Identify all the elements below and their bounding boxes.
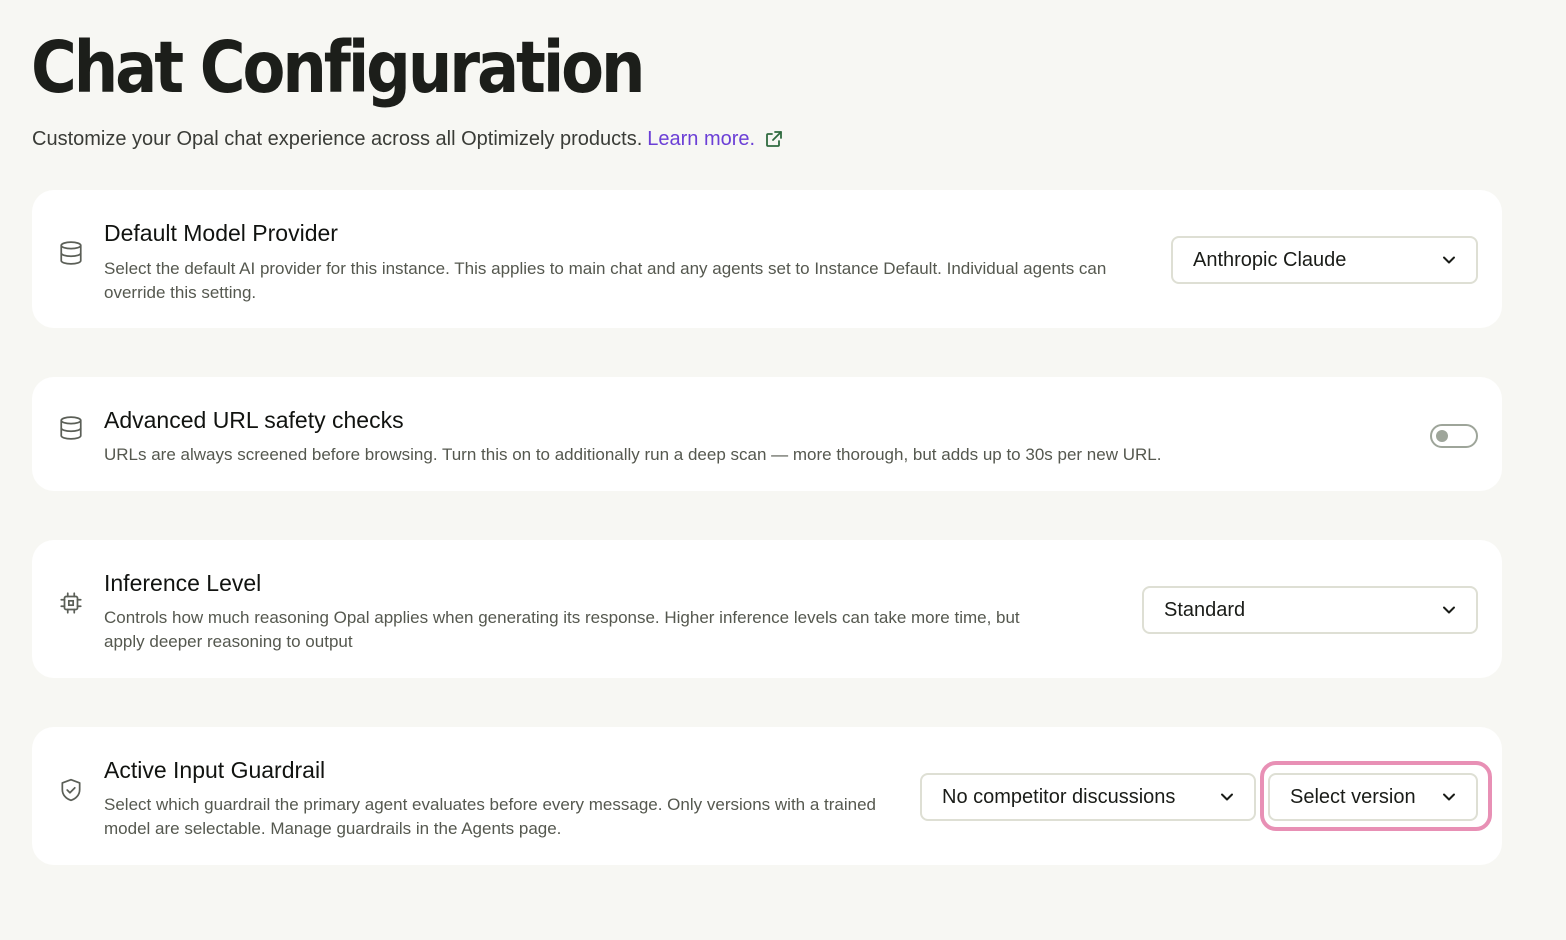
model-provider-select[interactable]: Anthropic Claude bbox=[1171, 236, 1478, 284]
input-guardrail-card: Active Input Guardrail Select which guar… bbox=[32, 727, 1502, 865]
model-provider-description: Select the default AI provider for this … bbox=[104, 259, 1107, 302]
version-placeholder: Select version bbox=[1290, 785, 1416, 808]
inference-level-select[interactable]: Standard bbox=[1142, 586, 1478, 634]
model-provider-title: Default Model Provider bbox=[104, 220, 338, 246]
version-select[interactable]: Select version bbox=[1268, 773, 1478, 821]
input-guardrail-description: Select which guardrail the primary agent… bbox=[104, 795, 876, 838]
inference-level-card: Inference Level Controls how much reason… bbox=[32, 540, 1502, 678]
database-icon bbox=[58, 240, 84, 266]
external-link-icon[interactable] bbox=[764, 129, 784, 149]
url-safety-title: Advanced URL safety checks bbox=[104, 407, 404, 433]
chevron-down-icon bbox=[1440, 251, 1458, 269]
guardrail-value: No competitor discussions bbox=[942, 785, 1176, 808]
inference-level-title: Inference Level bbox=[104, 570, 262, 596]
chevron-down-icon bbox=[1218, 788, 1236, 806]
database-icon bbox=[58, 415, 84, 441]
page-subtitle: Customize your Opal chat experience acro… bbox=[32, 126, 784, 152]
subtitle-text: Customize your Opal chat experience acro… bbox=[32, 128, 643, 150]
model-provider-value: Anthropic Claude bbox=[1193, 248, 1347, 271]
url-safety-description: URLs are always screened before browsing… bbox=[104, 445, 1162, 464]
url-safety-toggle[interactable] bbox=[1430, 424, 1478, 448]
learn-more-link[interactable]: Learn more. bbox=[647, 126, 755, 152]
shield-check-icon bbox=[58, 777, 84, 803]
inference-level-value: Standard bbox=[1164, 598, 1246, 621]
model-provider-card: Default Model Provider Select the defaul… bbox=[32, 190, 1502, 328]
inference-level-description: Controls how much reasoning Opal applies… bbox=[104, 608, 1020, 651]
cpu-chip-icon bbox=[58, 590, 84, 616]
url-safety-card: Advanced URL safety checks URLs are alwa… bbox=[32, 377, 1502, 491]
input-guardrail-title: Active Input Guardrail bbox=[104, 757, 326, 783]
chat-configuration-page: Chat Configuration Customize your Opal c… bbox=[0, 0, 1566, 940]
chevron-down-icon bbox=[1440, 788, 1458, 806]
toggle-knob bbox=[1436, 430, 1448, 442]
chevron-down-icon bbox=[1440, 601, 1458, 619]
guardrail-select[interactable]: No competitor discussions bbox=[920, 773, 1256, 821]
page-title: Chat Configuration bbox=[31, 26, 645, 109]
